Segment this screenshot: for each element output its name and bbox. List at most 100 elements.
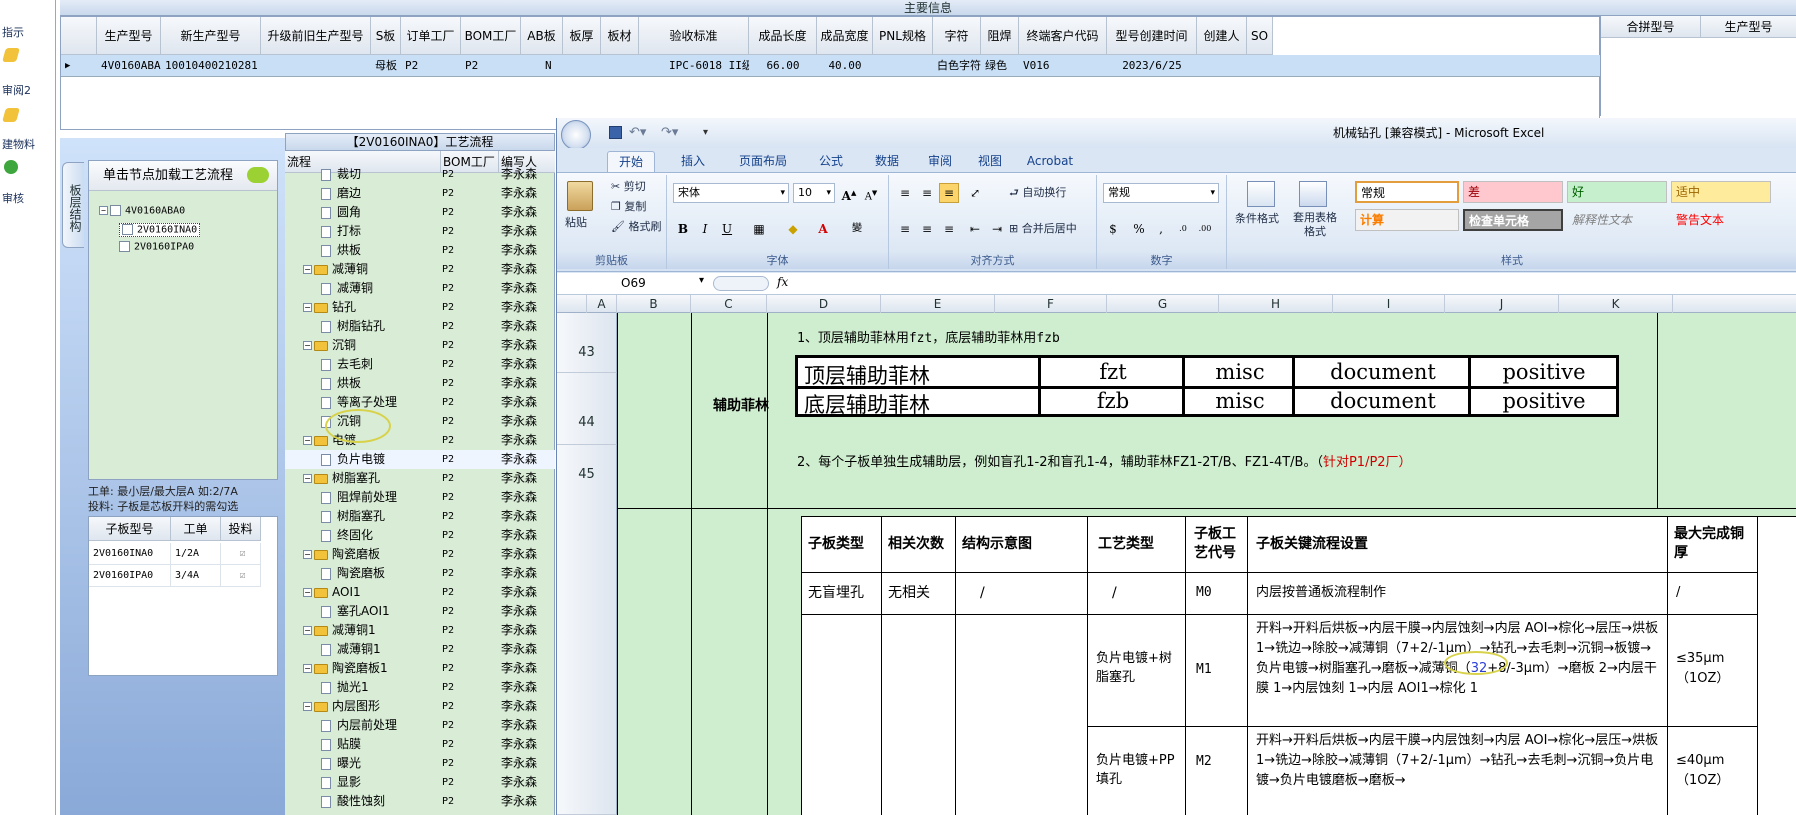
table-row[interactable]: ▶ 4V0160ABA0 10010400210281 母板 P2 P2 N I…	[61, 55, 1601, 77]
style-calculation[interactable]: 计算	[1355, 209, 1459, 231]
col-K[interactable]: K	[1559, 295, 1673, 313]
decrease-indent-icon[interactable]: ⇤	[965, 219, 985, 239]
align-left-icon[interactable]: ≡	[895, 219, 915, 239]
collapse-icon[interactable]: −	[303, 550, 312, 559]
shrink-font-icon[interactable]: A▼	[861, 183, 881, 203]
collapse-icon[interactable]: −	[303, 303, 312, 312]
process-tree-row[interactable]: 终固化 P2 李永森	[285, 526, 555, 545]
cut-button[interactable]: ✂ 剪切	[611, 179, 646, 195]
redo-icon[interactable]: ↷▾	[661, 118, 678, 148]
tab-formulas[interactable]: 公式	[803, 151, 859, 172]
col-header[interactable]: BOM工厂	[461, 17, 521, 55]
process-tree-row[interactable]: − 沉铜 P2 李永森	[285, 336, 555, 355]
col-header[interactable]: 终端客户代码	[1019, 17, 1107, 55]
style-explanatory[interactable]: 解释性文本	[1567, 209, 1667, 231]
font-color-icon[interactable]: A	[813, 219, 833, 239]
increase-decimal-icon[interactable]: .0	[1173, 219, 1193, 239]
nav-item-review2[interactable]: 审阅2	[0, 82, 56, 98]
process-tree-row[interactable]: − 钻孔 P2 李永森	[285, 298, 555, 317]
table-format-button[interactable]: 套用表格格式	[1289, 211, 1341, 239]
paste-button[interactable]: 粘贴	[565, 215, 587, 231]
collapse-icon[interactable]: −	[303, 436, 312, 445]
process-tree-row[interactable]: 贴膜 P2 李永森	[285, 735, 555, 754]
process-tree-row[interactable]: 酸性蚀刻 P2 李永森	[285, 792, 555, 811]
checkbox[interactable]	[119, 241, 130, 252]
process-tree-row[interactable]: 曝光 P2 李永森	[285, 754, 555, 773]
process-tree-row[interactable]: 圆角 P2 李永森	[285, 203, 555, 222]
col-header[interactable]: 生产型号	[97, 17, 161, 55]
process-tree-row[interactable]: 磨边 P2 李永森	[285, 184, 555, 203]
style-check-cell[interactable]: 检查单元格	[1463, 209, 1563, 231]
process-tree-row[interactable]: 打标 P2 李永森	[285, 222, 555, 241]
tab-data[interactable]: 数据	[859, 151, 915, 172]
align-center-icon[interactable]: ≡	[917, 219, 937, 239]
process-tree-row[interactable]: − 电镀 P2 李永森	[285, 431, 555, 450]
align-right-icon[interactable]: ≡	[939, 219, 959, 239]
col-header[interactable]: 字符	[933, 17, 981, 55]
process-tree-row[interactable]: 陶瓷磨板 P2 李永森	[285, 564, 555, 583]
select-all-corner[interactable]	[557, 295, 587, 313]
tab-view[interactable]: 视图	[965, 151, 1015, 172]
merge-center-button[interactable]: ⊞ 合并后居中	[1009, 221, 1077, 237]
col-header[interactable]: S板	[371, 17, 401, 55]
col-I[interactable]: I	[1333, 295, 1445, 313]
col-header[interactable]: 子板型号	[89, 517, 171, 541]
col-header[interactable]: SO	[1247, 17, 1273, 55]
save-icon[interactable]	[609, 126, 622, 139]
process-tree-row[interactable]: 烘板 P2 李永森	[285, 374, 555, 393]
style-neutral[interactable]: 适中	[1671, 181, 1771, 203]
cell[interactable]: 3/4A	[171, 565, 221, 587]
col-header[interactable]: PNL规格	[873, 17, 933, 55]
process-tree-row[interactable]: 负片电镀 P2 李永森	[285, 450, 555, 469]
font-name-select[interactable]: 宋体 ▾	[673, 183, 789, 203]
collapse-icon[interactable]: −	[303, 474, 312, 483]
col-header[interactable]: 合拼型号	[1601, 16, 1701, 38]
process-tree-row[interactable]: − 陶瓷磨板1 P2 李永森	[285, 659, 555, 678]
orientation-icon[interactable]: ⤢	[965, 183, 985, 203]
number-format-select[interactable]: 常规 ▾	[1103, 183, 1219, 203]
process-tree-row[interactable]: 等离子处理 P2 李永森	[285, 393, 555, 412]
row-header-44[interactable]: 44	[557, 373, 617, 445]
formula-bar-splitter[interactable]	[713, 276, 769, 291]
tree-node-child[interactable]: 2V0160IPA0	[119, 241, 194, 253]
col-header[interactable]: 板材	[601, 17, 639, 55]
col-header[interactable]: 投料	[221, 517, 261, 541]
col-header[interactable]: 订单工厂	[401, 17, 461, 55]
process-tree-row[interactable]: 去毛刺 P2 李永森	[285, 355, 555, 374]
fill-color-icon[interactable]: ◆	[783, 219, 803, 239]
quick-access-dropdown-icon[interactable]: ▾	[703, 118, 708, 148]
cell[interactable]: 2V0160INA0	[89, 543, 171, 565]
checkbox[interactable]	[122, 224, 133, 235]
collapse-icon[interactable]: −	[303, 588, 312, 597]
col-header[interactable]: 型号创建时间	[1107, 17, 1197, 55]
collapse-icon[interactable]: −	[303, 702, 312, 711]
process-tree-row[interactable]: − 内层图形 P2 李永森	[285, 697, 555, 716]
col-H[interactable]: H	[1219, 295, 1333, 313]
process-tree-row[interactable]: 裁切 P2 李永森	[285, 165, 555, 184]
col-J[interactable]: J	[1445, 295, 1559, 313]
checkbox[interactable]	[110, 205, 121, 216]
nav-item-audit[interactable]: 审核	[0, 190, 56, 206]
align-middle-icon[interactable]: ≡	[917, 183, 937, 203]
process-tree-row[interactable]: − 树脂塞孔 P2 李永森	[285, 469, 555, 488]
process-tree-row[interactable]: − 减薄铜 P2 李永森	[285, 260, 555, 279]
process-tree-row[interactable]: 减薄铜 P2 李永森	[285, 279, 555, 298]
process-tree-row[interactable]: − AOI1 P2 李永森	[285, 583, 555, 602]
tab-layer-structure[interactable]: 板层结构	[62, 162, 84, 248]
process-tree-row[interactable]: 显影 P2 李永森	[285, 773, 555, 792]
collapse-icon[interactable]: −	[99, 206, 108, 215]
undo-icon[interactable]: ↶▾	[629, 118, 646, 148]
col-B[interactable]: B	[617, 295, 691, 313]
nav-item-guide[interactable]: 指示	[0, 24, 56, 40]
name-box[interactable]: O69	[617, 275, 697, 292]
style-warning[interactable]: 警告文本	[1671, 209, 1771, 231]
grow-font-icon[interactable]: A▲	[839, 183, 859, 203]
cell[interactable]: 1/2A	[171, 543, 221, 565]
col-G[interactable]: G	[1107, 295, 1219, 313]
increase-indent-icon[interactable]: ⇥	[987, 219, 1007, 239]
process-tree-row[interactable]: 抛光1 P2 李永森	[285, 678, 555, 697]
col-E[interactable]: E	[881, 295, 995, 313]
col-header[interactable]: 阻焊	[981, 17, 1019, 55]
align-bottom-icon[interactable]: ≡	[939, 183, 959, 203]
office-button-icon[interactable]	[561, 120, 591, 150]
